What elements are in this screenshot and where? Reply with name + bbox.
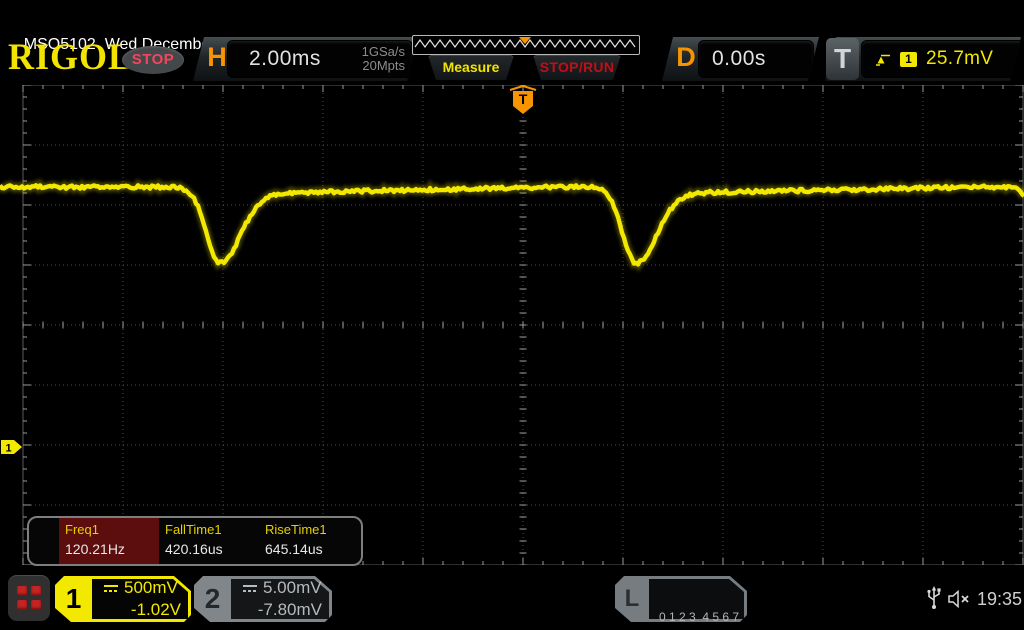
measurements-panel[interactable]: Freq1 120.21Hz FallTime1 420.16us RiseTi… [27, 516, 363, 566]
svg-text:1: 1 [5, 443, 11, 455]
run-state-badge: STOP [122, 46, 184, 74]
clock: 19:35 [977, 589, 1023, 609]
menu-button[interactable] [8, 575, 50, 621]
measurement-value: 120.21Hz [65, 541, 125, 557]
rigol-logo: RIGOL [8, 36, 134, 78]
trigger-label: T [826, 38, 859, 80]
measure-button[interactable]: Measure [428, 55, 514, 80]
titlebar: MSO5102 Wed December 17 19:35:49 2025 [0, 0, 1024, 53]
svg-text:T: T [519, 91, 528, 107]
measurement-freq1[interactable]: Freq1 120.21Hz [59, 518, 159, 564]
horizontal-settings-group[interactable]: H 2.00ms 1GSa/s 20Mpts [193, 37, 418, 81]
measurement-label: Freq1 [65, 522, 99, 537]
delay-value: 0.00s [712, 47, 766, 70]
measurement-label: FallTime1 [165, 522, 222, 537]
memory-depth: 20Mpts [362, 58, 405, 73]
waveform-overview-icon [414, 37, 636, 49]
measurement-value: 420.16us [165, 541, 223, 557]
channel1-ground-marker[interactable]: 1 [1, 440, 22, 455]
channel1-offset: -1.02V [130, 600, 181, 619]
logic-row-0-7: 0 1 2 3 4 5 6 7 [659, 610, 740, 624]
delay-settings-group[interactable]: D 0.00s [662, 37, 819, 81]
dc-coupling-icon [104, 584, 118, 592]
acquisition-info: 1GSa/s 20Mpts [362, 45, 413, 73]
dc-coupling-icon [243, 584, 257, 592]
timebase-value: 2.00ms [249, 47, 321, 70]
waveform-overview-strip[interactable] [412, 35, 640, 55]
trigger-position-marker[interactable]: T [509, 85, 537, 114]
measurement-value: 645.14us [265, 541, 323, 557]
speaker-muted-icon [948, 590, 969, 608]
measurement-falltime1[interactable]: FallTime1 420.16us [159, 518, 259, 564]
measurement-label: RiseTime1 [265, 522, 327, 537]
menu-grid-icon [17, 586, 41, 610]
sample-rate: 1GSa/s [361, 44, 405, 59]
measurement-risetime1[interactable]: RiseTime1 645.14us [259, 518, 359, 564]
delay-label: D [676, 42, 696, 72]
trigger-slope-icon [875, 52, 891, 67]
channel1-waveform-glow [0, 178, 1024, 272]
oscilloscope-screen: MSO5102 Wed December 17 19:35:49 2025 RI… [0, 0, 1024, 630]
logic-channels-box[interactable]: L 0 1 2 3 4 5 6 7 8 9 1011 12131415 [615, 576, 747, 624]
channel1-tab[interactable]: 1 [55, 576, 92, 622]
channel2-offset: -7.80mV [257, 600, 322, 619]
stop-run-button[interactable]: STOP/RUN [533, 55, 621, 80]
usb-icon [927, 586, 941, 609]
timebase-box[interactable]: 2.00ms 1GSa/s 20Mpts [227, 40, 413, 78]
trigger-box[interactable]: 1 25.7mV A [861, 40, 1024, 78]
channel1-scale: 500mV [124, 578, 178, 597]
trigger-source-badge: 1 [900, 52, 917, 67]
trigger-sweep-mode: A [1020, 49, 1024, 69]
channel1-box[interactable]: 1 500mV -1.02V [55, 576, 191, 622]
channel1-waveform [0, 183, 1024, 267]
graticule-display: T1 [0, 85, 1024, 565]
trigger-level-value: 25.7mV [926, 48, 994, 69]
channel2-scale: 5.00mV [263, 578, 322, 597]
channel2-tab[interactable]: 2 [194, 576, 231, 622]
delay-box[interactable]: 0.00s [698, 40, 814, 78]
logic-tab[interactable]: L [615, 576, 649, 622]
measurements-spacer [29, 518, 59, 564]
channel2-box[interactable]: 2 5.00mV -7.80mV [194, 576, 332, 622]
